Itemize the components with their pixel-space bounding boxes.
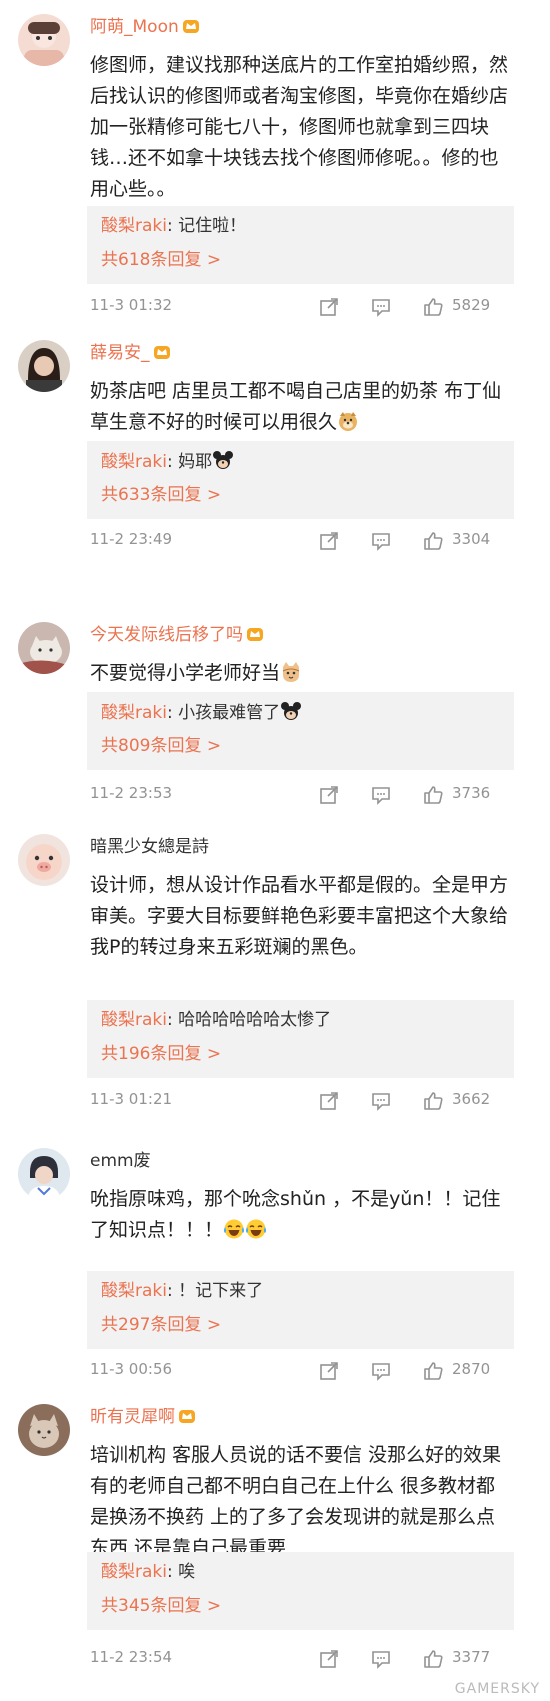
timestamp: 11-2 23:54 xyxy=(90,1648,173,1666)
share-icon[interactable] xyxy=(318,784,340,806)
like-icon[interactable] xyxy=(422,784,444,806)
comment-text: 奶茶店吧 店里员工都不喝自己店里的奶茶 布丁仙草生意不好的时候可以用很久 xyxy=(90,380,502,433)
reply-count-link[interactable]: 共297条回复 > xyxy=(101,1315,221,1335)
avatar[interactable] xyxy=(18,622,70,674)
reply-count-link[interactable]: 共809条回复 > xyxy=(101,736,221,756)
mouse-emoji-icon xyxy=(280,700,302,722)
reply-text: 妈耶 xyxy=(178,452,213,472)
reply-box[interactable]: 酸梨raki: 唉 共345条回复 > xyxy=(87,1552,514,1630)
username[interactable]: 薛易安_ xyxy=(90,342,171,364)
comment-icon[interactable] xyxy=(370,1090,392,1112)
like-count: 3304 xyxy=(452,530,491,548)
timestamp: 11-3 01:21 xyxy=(90,1090,173,1108)
like-count: 2870 xyxy=(452,1360,491,1378)
username[interactable]: 阿萌_Moon xyxy=(90,16,200,38)
like-icon[interactable] xyxy=(422,1648,444,1670)
like-icon[interactable] xyxy=(422,296,444,318)
share-icon[interactable] xyxy=(318,1648,340,1670)
comment-icon[interactable] xyxy=(370,1360,392,1382)
comment-text: 设计师，想从设计作品看水平都是假的。全是甲方审美。字要大目标要鲜艳色彩要丰富把这… xyxy=(90,874,509,958)
comment-item: 薛易安_ 奶茶店吧 店里员工都不喝自己店里的奶茶 布丁仙草生意不好的时候可以用很… xyxy=(0,340,550,560)
reply-author[interactable]: 酸梨raki xyxy=(101,452,167,472)
comment-item: 昕有灵犀啊 培训机构 客服人员说的话不要信 没那么好的效果 有的老师自己都不明白… xyxy=(0,1404,550,1701)
comment-item: 今天发际线后移了吗 不要觉得小学老师好当 酸梨raki: 小孩最难管了 共809… xyxy=(0,622,550,822)
reply-count-link[interactable]: 共196条回复 > xyxy=(101,1044,221,1064)
timestamp: 11-2 23:53 xyxy=(90,784,173,802)
like-count: 5829 xyxy=(452,296,491,314)
reply-count-link[interactable]: 共618条回复 > xyxy=(101,250,221,270)
username[interactable]: emm废 xyxy=(90,1150,151,1172)
doge-emoji-icon xyxy=(337,410,359,432)
vip-crown-icon xyxy=(182,18,200,34)
watermark: GAMERSKY xyxy=(454,1681,540,1697)
share-icon[interactable] xyxy=(318,1360,340,1382)
reply-count-link[interactable]: 共345条回复 > xyxy=(101,1596,221,1616)
comment-text: 修图师，建议找那种送底片的工作室拍婚纱照，然后找认识的修图师或者淘宝修图，毕竟你… xyxy=(90,54,509,200)
timestamp: 11-3 00:56 xyxy=(90,1360,173,1378)
laugh-cry-emoji-icon xyxy=(245,1218,267,1240)
reply-author[interactable]: 酸梨raki xyxy=(101,1562,167,1582)
timestamp: 11-2 23:49 xyxy=(90,530,173,548)
like-icon[interactable] xyxy=(422,1090,444,1112)
username[interactable]: 昕有灵犀啊 xyxy=(90,1406,196,1428)
laugh-cry-emoji-icon xyxy=(223,1218,245,1240)
comment-icon[interactable] xyxy=(370,784,392,806)
comment-item: emm废 吮指原味鸡，那个吮念shǔn ，不是yǔn！！记住了知识点！！！ 酸梨… xyxy=(0,1148,550,1381)
reply-box[interactable]: 酸梨raki: ！记下来了 共297条回复 > xyxy=(87,1271,514,1349)
comment-footer: 11-3 00:56 2870 xyxy=(90,1358,530,1384)
comment-footer: 11-3 01:32 5829 xyxy=(90,294,530,320)
avatar[interactable] xyxy=(18,340,70,392)
vip-crown-icon xyxy=(178,1408,196,1424)
comment-text: 培训机构 客服人员说的话不要信 没那么好的效果 有的老师自己都不明白自己在上什么… xyxy=(90,1444,502,1559)
comment-icon[interactable] xyxy=(370,1648,392,1670)
share-icon[interactable] xyxy=(318,1090,340,1112)
reply-text: 记住啦！ xyxy=(178,216,247,236)
username[interactable]: 暗黑少女總是詩 xyxy=(90,836,209,858)
comment-footer: 11-2 23:54 3377 xyxy=(90,1646,530,1672)
reply-box[interactable]: 酸梨raki: 记住啦！ 共618条回复 > xyxy=(87,206,514,284)
comment-item: 暗黑少女總是詩 设计师，想从设计作品看水平都是假的。全是甲方审美。字要大目标要鲜… xyxy=(0,834,550,1124)
avatar[interactable] xyxy=(18,1404,70,1456)
share-icon[interactable] xyxy=(318,296,340,318)
comment-text: 不要觉得小学老师好当 xyxy=(90,658,510,689)
share-icon[interactable] xyxy=(318,530,340,552)
like-count: 3662 xyxy=(452,1090,491,1108)
mouse-emoji-icon xyxy=(212,449,234,471)
avatar[interactable] xyxy=(18,1148,70,1200)
avatar[interactable] xyxy=(18,834,70,886)
like-count: 3736 xyxy=(452,784,491,802)
reply-author[interactable]: 酸梨raki xyxy=(101,703,167,723)
like-count: 3377 xyxy=(452,1648,491,1666)
vip-crown-icon xyxy=(153,344,171,360)
comment-footer: 11-3 01:21 3662 xyxy=(90,1088,530,1114)
reply-author[interactable]: 酸梨raki xyxy=(101,1010,167,1030)
vip-crown-icon xyxy=(246,626,264,642)
reply-box[interactable]: 酸梨raki: 妈耶 共633条回复 > xyxy=(87,441,514,519)
reply-author[interactable]: 酸梨raki xyxy=(101,1281,167,1301)
reply-text: ！记下来了 xyxy=(178,1281,264,1301)
cat-emoji-icon xyxy=(280,661,302,683)
like-icon[interactable] xyxy=(422,530,444,552)
comment-icon[interactable] xyxy=(370,530,392,552)
reply-author[interactable]: 酸梨raki xyxy=(101,216,167,236)
reply-text: 小孩最难管了 xyxy=(178,703,281,723)
like-icon[interactable] xyxy=(422,1360,444,1382)
comment-item: 阿萌_Moon 修图师，建议找那种送底片的工作室拍婚纱照，然后找认识的修图师或者… xyxy=(0,14,550,324)
comment-footer: 11-2 23:49 3304 xyxy=(90,528,530,554)
reply-text: 哈哈哈哈哈哈太惨了 xyxy=(178,1010,332,1030)
avatar[interactable] xyxy=(18,14,70,66)
reply-text: 唉 xyxy=(178,1562,196,1582)
comment-text: 吮指原味鸡，那个吮念shǔn ，不是yǔn！！记住了知识点！！！ xyxy=(90,1188,501,1241)
comment-footer: 11-2 23:53 3736 xyxy=(90,782,530,808)
username[interactable]: 今天发际线后移了吗 xyxy=(90,624,264,646)
reply-box[interactable]: 酸梨raki: 哈哈哈哈哈哈太惨了 共196条回复 > xyxy=(87,1000,514,1078)
reply-count-link[interactable]: 共633条回复 > xyxy=(101,485,221,505)
timestamp: 11-3 01:32 xyxy=(90,296,173,314)
comment-icon[interactable] xyxy=(370,296,392,318)
reply-box[interactable]: 酸梨raki: 小孩最难管了 共809条回复 > xyxy=(87,692,514,770)
